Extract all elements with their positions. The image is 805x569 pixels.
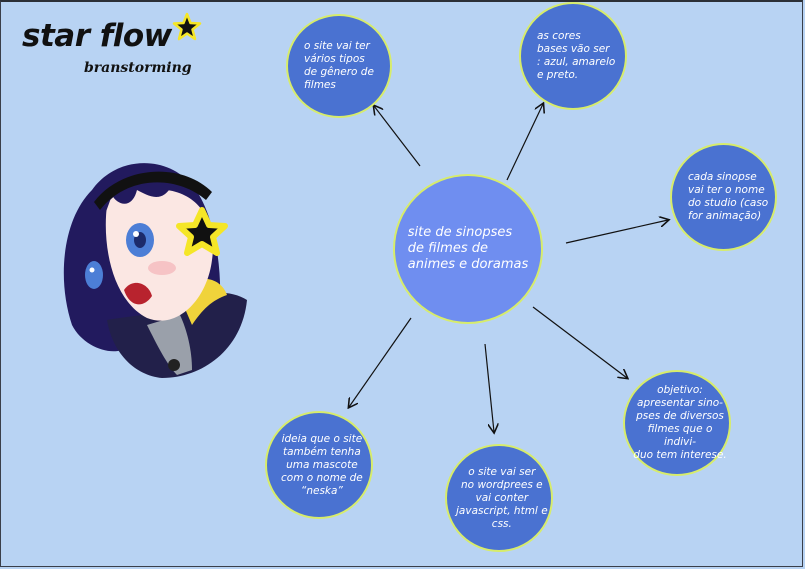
mascot-neska <box>63 163 247 378</box>
node-wordpress: o site vai ser no wordprees e vai conter… <box>445 444 553 552</box>
central-topic: site de sinopses de filmes de animes e d… <box>393 174 543 324</box>
node-colors-text: as cores bases vão ser : azul, amarelo e… <box>537 30 616 81</box>
arrow-to-wordpress <box>484 343 494 432</box>
node-mascot-text: ideia que o site também tenha uma mascot… <box>281 432 363 497</box>
central-topic-text: site de sinopses de filmes de animes e d… <box>407 225 529 272</box>
node-studio: cada sinopse vai ter o nome do studio (c… <box>670 143 777 251</box>
node-studio-text: cada sinopse vai ter o nome do studio (c… <box>688 171 769 222</box>
arrow-to-mascot <box>349 317 412 407</box>
node-colors: as cores bases vão ser : azul, amarelo e… <box>519 2 627 110</box>
node-genres: o site vai ter vários tipos de gênero de… <box>286 14 392 118</box>
node-objective-text: objetivo: apresentar sino- pses de diver… <box>633 384 727 461</box>
node-objective: objetivo: apresentar sino- pses de diver… <box>623 370 731 476</box>
arrow-to-colors <box>506 104 543 181</box>
arrow-to-genres <box>374 106 421 167</box>
node-mascot: ideia que o site também tenha uma mascot… <box>265 411 373 519</box>
arrow-to-studio <box>565 220 668 244</box>
arrow-to-objective <box>532 306 627 378</box>
node-wordpress-text: o site vai ser no wordprees e vai conter… <box>456 465 548 530</box>
node-genres-text: o site vai ter vários tipos de gênero de… <box>304 40 374 91</box>
